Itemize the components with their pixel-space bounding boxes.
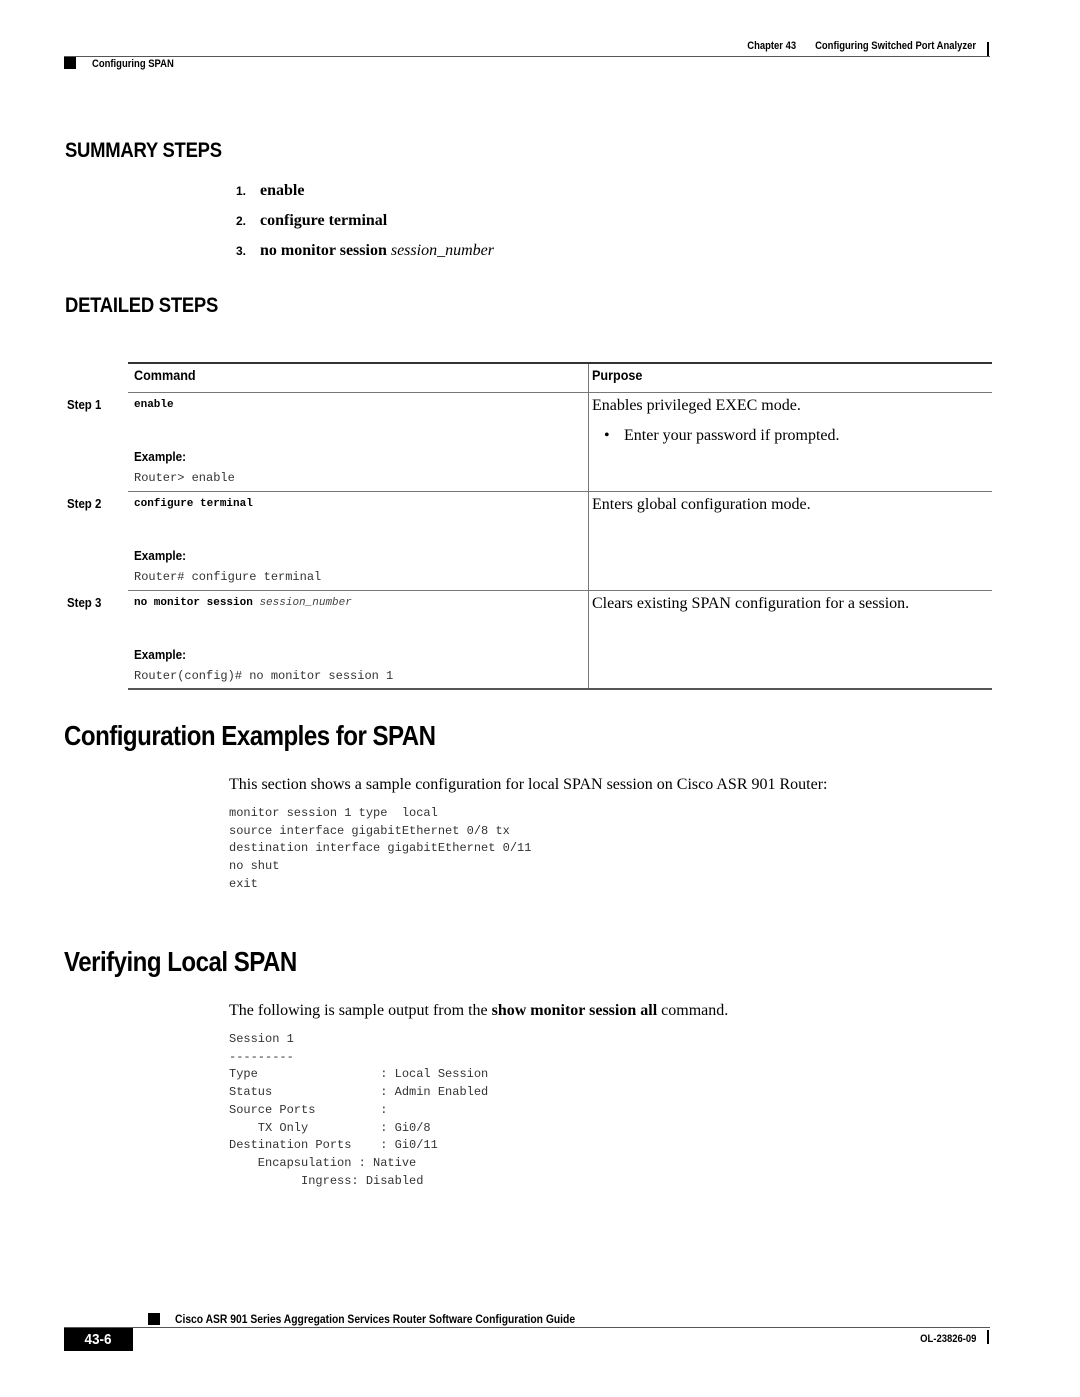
step-purpose: Enables privileged EXEC mode. [592, 397, 801, 414]
footer-square-icon [148, 1313, 160, 1325]
step-command-argument: session_number [259, 597, 352, 609]
summary-step-command: enable [260, 182, 305, 199]
step-command: enable [134, 399, 174, 411]
example-code: Router(config)# no monitor session 1 [134, 669, 394, 683]
config-examples-heading: Configuration Examples for SPAN [64, 720, 436, 751]
table-header-rule [128, 392, 992, 393]
verifying-intro: The following is sample output from the … [229, 1002, 729, 1019]
summary-steps-heading: SUMMARY STEPS [65, 139, 222, 162]
header-section: Configuring SPAN [92, 58, 174, 70]
example-label: Example: [134, 647, 187, 662]
chapter-title: Configuring Switched Port Analyzer [814, 40, 976, 52]
page-number-badge: 43-6 [64, 1328, 133, 1351]
step-command: configure terminal [134, 498, 253, 510]
detailed-steps-heading: DETAILED STEPS [65, 294, 219, 317]
step-label: Step 3 [67, 595, 102, 610]
chapter-number: Chapter 43 [747, 40, 797, 52]
example-label: Example: [134, 548, 187, 563]
table-bottom-rule [128, 688, 992, 690]
step-purpose: Enters global configuration mode. [592, 496, 811, 513]
example-label: Example: [134, 449, 187, 464]
step-label: Step 2 [67, 496, 102, 511]
step-command: no monitor session session_number [134, 597, 352, 609]
table-column-divider [588, 364, 589, 688]
table-row-rule [128, 491, 992, 492]
header-chapter: Chapter 43 Configuring Switched Port Anal… [747, 40, 976, 52]
step-purpose: Clears existing SPAN configuration for a… [592, 595, 910, 612]
table-row-rule [128, 590, 992, 591]
footer-guide-title: Cisco ASR 901 Series Aggregation Service… [175, 1312, 576, 1326]
example-code: Router# configure terminal [134, 570, 322, 584]
verifying-heading: Verifying Local SPAN [64, 946, 297, 977]
header-marker-bar [987, 42, 989, 56]
summary-step-argument: session_number [390, 242, 494, 259]
header-square-icon [64, 57, 76, 69]
footer-doc-number: OL-23826-09 [919, 1333, 976, 1345]
verify-output-code: Session 1 --------- Type : Local Session… [229, 1032, 489, 1188]
summary-step-command: no monitor session [260, 242, 387, 259]
step-label: Step 1 [67, 397, 102, 412]
summary-step-item: 1. enable [236, 182, 305, 199]
footer-marker-bar [987, 1330, 989, 1344]
header-rule [64, 56, 990, 57]
column-header-purpose: Purpose [592, 367, 643, 383]
bullet-icon: • [604, 427, 610, 444]
config-examples-intro: This section shows a sample configuratio… [229, 776, 828, 793]
summary-step-item: 3. no monitor session session_number [236, 242, 494, 259]
column-header-command: Command [134, 367, 196, 383]
summary-step-command: configure terminal [260, 212, 388, 229]
footer-rule [64, 1327, 990, 1328]
purpose-bullet: • Enter your password if prompted. [604, 427, 840, 444]
command-reference: show monitor session all [491, 1002, 658, 1019]
summary-step-item: 2. configure terminal [236, 212, 388, 229]
table-top-rule [128, 362, 992, 364]
config-example-code: monitor session 1 type local source inte… [229, 806, 532, 891]
example-code: Router> enable [134, 471, 235, 485]
